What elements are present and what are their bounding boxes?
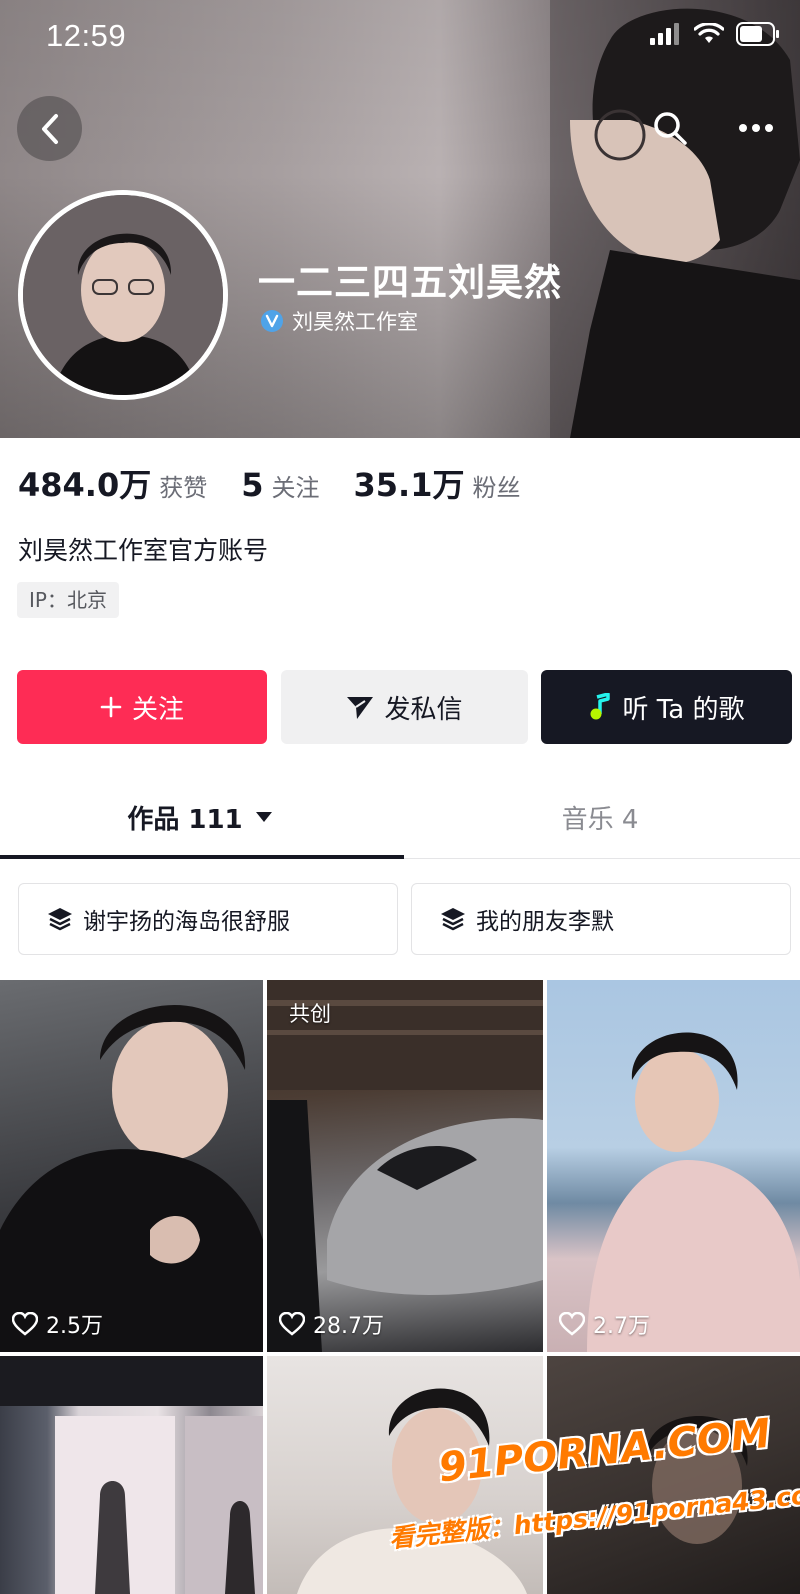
stat-likes-label: 获赞 [159, 474, 208, 502]
collection-stack-icon [48, 908, 72, 931]
stat-following[interactable]: 5 关注 [241, 466, 319, 504]
send-message-button[interactable]: 发私信 [281, 670, 528, 744]
tab-music[interactable]: 音乐 4 [400, 776, 800, 858]
status-icons [650, 22, 780, 46]
video-thumbnail[interactable]: 2.5万 [0, 980, 263, 1352]
verified-label: 刘昊然工作室 [260, 306, 418, 336]
video-thumbnail[interactable] [0, 1356, 263, 1594]
listen-songs-button[interactable]: 听 Ta 的歌 [541, 670, 792, 744]
video-likes-count: 2.7万 [593, 1314, 650, 1339]
collection-item[interactable]: 谢宇扬的海岛很舒服 [18, 883, 398, 955]
collection-label: 谢宇扬的海岛很舒服 [83, 909, 290, 935]
video-thumbnail[interactable]: 共创 28.7万 [267, 980, 543, 1352]
follow-button[interactable]: 关注 [17, 670, 267, 744]
stat-likes[interactable]: 484.0万 获赞 [18, 460, 207, 506]
tab-works[interactable]: 作品 111 [0, 776, 400, 858]
video-cover-image [0, 1005, 263, 1352]
video-likes: 28.7万 [279, 1308, 384, 1340]
listen-songs-label: 听 Ta 的歌 [622, 694, 745, 725]
profile-nickname: 一二三四五刘昊然 [258, 261, 562, 304]
tab-works-label: 作品 111 [127, 804, 243, 835]
video-cover-image [267, 980, 543, 1352]
video-cover-image [0, 1356, 263, 1594]
profile-bio: 刘昊然工作室官方账号 [18, 536, 269, 565]
tab-active-indicator [0, 855, 404, 859]
send-message-label: 发私信 [384, 694, 463, 725]
profile-tabs: 作品 111 音乐 4 [0, 776, 800, 858]
video-likes: 2.5万 [12, 1308, 103, 1340]
stat-followers-label: 粉丝 [472, 474, 521, 502]
video-likes: 2.7万 [559, 1308, 650, 1340]
cellular-signal-icon [650, 23, 679, 45]
profile-stats: 484.0万 获赞 5 关注 35.1万 粉丝 [18, 460, 554, 506]
ip-location-tag: IP：北京 [17, 582, 119, 618]
chevron-left-icon [41, 113, 58, 144]
video-thumbnail[interactable]: 2.7万 [547, 980, 800, 1352]
more-dots-icon [739, 124, 773, 132]
status-bar: 12:59 [0, 0, 800, 80]
search-button[interactable] [648, 106, 692, 150]
heart-icon [279, 1312, 305, 1336]
avatar[interactable] [18, 190, 228, 400]
stat-likes-value: 484.0万 [18, 466, 152, 504]
heart-icon [559, 1312, 585, 1336]
collection-label: 我的朋友李默 [476, 909, 614, 935]
search-icon [654, 112, 687, 145]
stat-followers-value: 35.1万 [353, 466, 465, 504]
co-creation-tag: 共创 [289, 1002, 331, 1026]
verified-badge-icon [261, 310, 283, 332]
plus-icon [100, 696, 122, 718]
watermark-overlay: 91PORNA.COM 看完整版：https://91porna43.com [388, 1411, 800, 1578]
video-cover-image [587, 1032, 800, 1352]
video-likes-count: 2.5万 [46, 1314, 103, 1339]
tab-music-label: 音乐 4 [561, 804, 639, 835]
wifi-icon [694, 23, 724, 43]
stat-following-label: 关注 [271, 474, 320, 502]
stat-following-value: 5 [241, 466, 264, 504]
music-note-icon [590, 693, 611, 720]
verified-name: 刘昊然工作室 [292, 310, 418, 334]
send-message-icon [347, 697, 374, 719]
stat-followers[interactable]: 35.1万 粉丝 [354, 460, 521, 506]
caret-down-icon [255, 812, 272, 822]
more-options-button[interactable] [734, 110, 778, 146]
video-likes-count: 28.7万 [313, 1314, 384, 1339]
back-button[interactable] [17, 96, 82, 161]
heart-icon [12, 1312, 38, 1336]
avatar-photo [23, 195, 223, 395]
collection-item[interactable]: 我的朋友李默 [411, 883, 791, 955]
follow-button-label: 关注 [131, 694, 184, 725]
status-clock: 12:59 [46, 18, 127, 53]
battery-icon [736, 22, 779, 46]
collection-stack-icon [441, 908, 465, 931]
